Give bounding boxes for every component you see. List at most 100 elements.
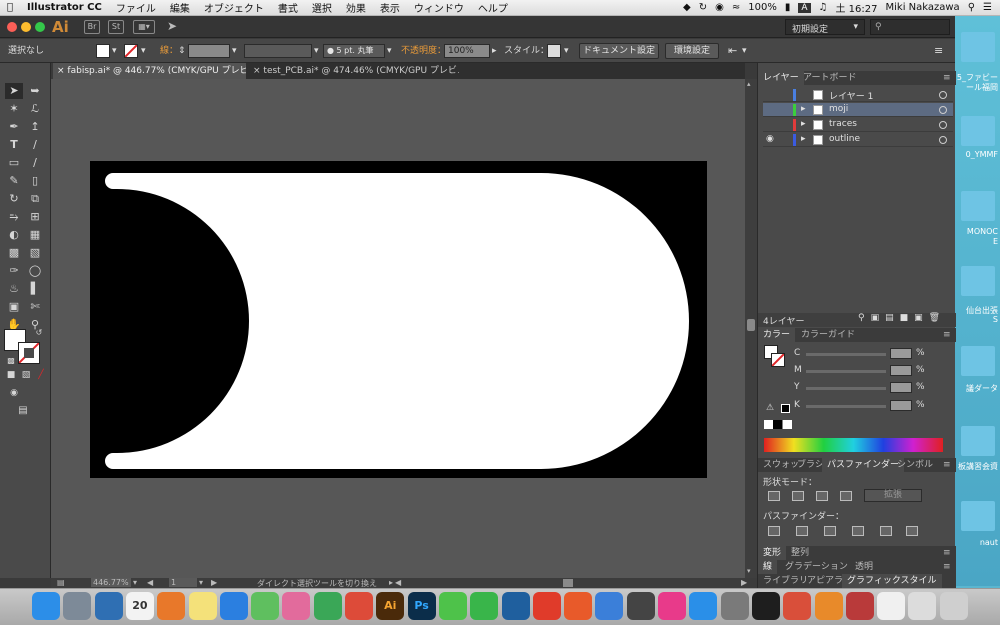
width-tool-icon[interactable]: ⥱ — [5, 209, 23, 225]
draw-mode-icon[interactable]: ◉ — [5, 385, 23, 401]
stock-search-input[interactable]: ⚲ — [870, 19, 950, 35]
eyedropper-icon[interactable]: ✑ — [5, 263, 23, 279]
bridge-icon[interactable]: Br — [84, 20, 100, 34]
scroll-thumb[interactable] — [747, 319, 755, 331]
calendar-icon[interactable]: 20 — [125, 592, 154, 620]
layer-name[interactable]: outline — [829, 134, 860, 144]
desktop-folder-icon[interactable] — [961, 426, 995, 456]
rectangle-tool-icon[interactable]: ▭ — [5, 155, 23, 171]
photos-icon[interactable] — [282, 592, 311, 620]
drive-icon[interactable] — [313, 592, 342, 620]
trash-icon[interactable] — [939, 592, 968, 620]
mesh-tool-icon[interactable]: ▩ — [5, 245, 23, 261]
panel-menu-icon[interactable]: ≡ — [938, 328, 956, 342]
chevron-right-icon[interactable]: ▸ — [389, 578, 393, 587]
free-transform-icon[interactable]: ⊞ — [26, 209, 44, 225]
battery-percent[interactable]: 100% — [748, 2, 777, 13]
channel-value-field[interactable] — [890, 348, 912, 359]
layer-target-icon[interactable] — [939, 136, 947, 144]
shape-builder-icon[interactable]: ◐ — [5, 227, 23, 243]
first-artboard-icon[interactable]: ◀ — [147, 578, 153, 587]
panel-menu-icon[interactable]: ≡ — [938, 71, 956, 85]
lasso-tool-icon[interactable]: ℒ — [26, 101, 44, 117]
pencil-tool-icon[interactable]: ✎ — [5, 173, 23, 189]
desktop-folder-icon[interactable] — [961, 501, 995, 531]
desktop-folder-icon[interactable] — [961, 32, 995, 62]
fill-swatch[interactable] — [96, 44, 110, 58]
eye-icon[interactable]: ◉ — [766, 134, 774, 144]
menu-object[interactable]: オブジェクト — [197, 0, 271, 15]
tab-gradient[interactable]: グラデーション — [780, 560, 853, 574]
color-channel-y[interactable]: Y % — [794, 382, 925, 394]
menu-effect[interactable]: 効果 — [339, 0, 373, 15]
wifi-icon[interactable]: ≈ — [732, 2, 740, 13]
layer-row[interactable]: ▸ moji — [763, 103, 953, 117]
screen-mode-icon[interactable]: ▤ — [14, 403, 32, 419]
minus-back-icon[interactable] — [906, 526, 918, 536]
battery-icon[interactable]: ▮ — [785, 2, 791, 13]
channel-value-field[interactable] — [890, 382, 912, 393]
atom-icon[interactable] — [251, 592, 280, 620]
rotate-tool-icon[interactable]: ↻ — [5, 191, 23, 207]
code-editor-icon[interactable] — [94, 592, 123, 620]
system-prefs-icon[interactable] — [720, 592, 749, 620]
input-source[interactable]: A — [798, 2, 811, 13]
crop-icon[interactable] — [852, 526, 864, 536]
channel-slider[interactable] — [806, 370, 886, 373]
merge-icon[interactable] — [824, 526, 836, 536]
layer-row[interactable]: ▸ traces — [763, 118, 953, 132]
trim-icon[interactable] — [796, 526, 808, 536]
layer-name[interactable]: moji — [829, 104, 848, 114]
curvature-tool-icon[interactable]: ↥ — [26, 119, 44, 135]
tab-fabisp[interactable]: × fabisp.ai* @ 446.77% (CMYK/GPU プレビュー) — [53, 63, 246, 79]
sourcetree-icon[interactable] — [501, 592, 530, 620]
gem-icon[interactable] — [845, 592, 874, 620]
menu-window[interactable]: ウィンドウ — [407, 0, 471, 15]
column-graph-icon[interactable]: ▌ — [26, 281, 44, 297]
chevron-down-icon[interactable]: ▾ — [141, 44, 146, 58]
document-setup-button[interactable]: ドキュメント設定 — [579, 43, 659, 59]
tab-color-guide[interactable]: カラーガイド — [796, 328, 860, 342]
menu-user[interactable]: Miki Nakazawa — [886, 2, 960, 13]
chevron-down-icon[interactable]: ▾ — [387, 44, 392, 58]
menu-edit[interactable]: 編集 — [163, 0, 197, 15]
weibo-icon[interactable] — [564, 592, 593, 620]
type-tool-icon[interactable]: T — [5, 137, 23, 153]
canvas-area[interactable] — [51, 79, 745, 578]
panel-menu-icon[interactable]: ≡ — [938, 560, 956, 574]
stroke-color-box[interactable] — [18, 342, 40, 364]
out-of-gamut-icon[interactable]: ⚠ — [766, 403, 774, 413]
arrange-documents-icon[interactable]: ▦▾ — [133, 20, 155, 34]
finder-icon[interactable] — [32, 592, 60, 620]
chevron-down-icon[interactable]: ▾ — [199, 578, 203, 587]
chevron-down-icon[interactable]: ▾ — [112, 44, 117, 58]
tab-transparency[interactable]: 透明 — [850, 560, 878, 574]
channel-slider[interactable] — [806, 353, 886, 356]
layer-actions-icon[interactable]: ⚲▣▤■▣🗑 — [858, 313, 946, 323]
artboard-number-field[interactable]: 1 — [169, 578, 197, 587]
color-spectrum-bar[interactable] — [764, 438, 943, 452]
panel-menu-icon[interactable]: ≡ — [938, 546, 956, 560]
chrome-icon[interactable] — [345, 592, 373, 620]
black-swatch[interactable] — [781, 404, 790, 413]
tab-align[interactable]: 整列 — [786, 546, 814, 560]
layer-target-icon[interactable] — [939, 91, 947, 99]
notification-center-icon[interactable]: ☰ — [983, 2, 992, 13]
close-icon[interactable]: × — [253, 66, 261, 76]
document-icon[interactable] — [877, 592, 906, 620]
artboard-tool-icon[interactable]: ▣ — [5, 299, 23, 315]
tab-graphic-styles[interactable]: グラフィックスタイル — [842, 574, 942, 588]
brush-select[interactable]: ● 5 pt. 丸筆 — [323, 44, 385, 58]
chevron-down-icon[interactable]: ▾ — [742, 44, 747, 58]
volume-icon[interactable]: ♫ — [819, 2, 828, 13]
channel-value-field[interactable] — [890, 365, 912, 376]
chevron-down-icon[interactable]: ▾ — [232, 44, 237, 58]
spotlight-icon[interactable]: ⚲ — [968, 2, 975, 13]
scroll-right-icon[interactable]: ▶ — [741, 578, 747, 587]
keyboard-icon[interactable] — [908, 592, 937, 620]
exclude-icon[interactable] — [840, 491, 852, 501]
align-menu-icon[interactable]: ⇤ — [728, 44, 737, 58]
none-mode-icon[interactable]: ╱ — [32, 367, 50, 383]
opacity-input[interactable]: 100% — [444, 44, 490, 58]
facetime-icon[interactable] — [470, 592, 499, 620]
